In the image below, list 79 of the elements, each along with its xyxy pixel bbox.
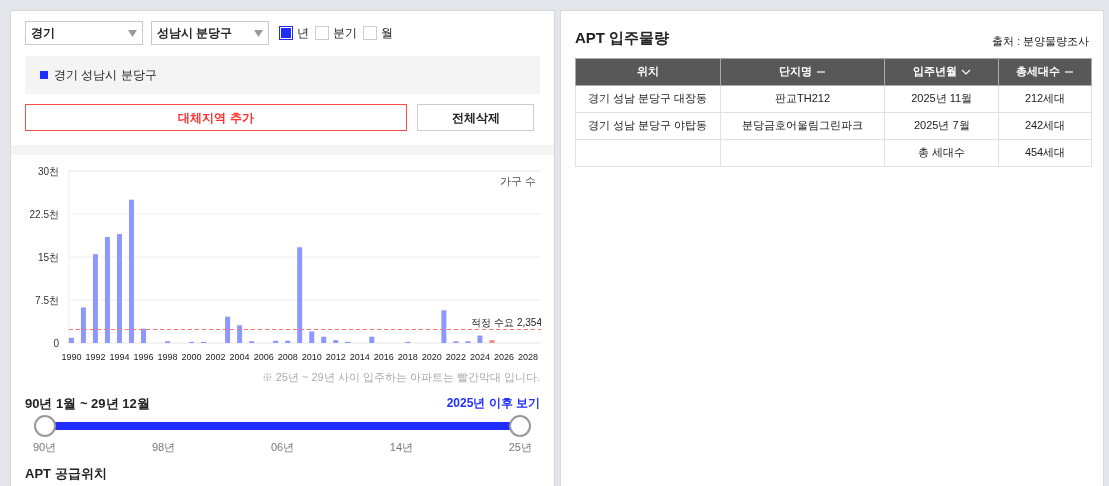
x-tick-label: 2018: [397, 352, 418, 362]
range-title: 90년 1월 ~ 29년 12월: [25, 394, 150, 413]
x-tick-label: 2010: [301, 352, 322, 362]
range-tick-label: 90년: [33, 440, 57, 455]
section-title: APT 공급위치: [25, 464, 108, 483]
y-tick-label: 22.5천: [29, 209, 59, 220]
dropdown[interactable]: 성남시 분당구: [151, 21, 269, 45]
bar: [321, 336, 327, 343]
source-label: 출처 : 분양물량조사: [992, 33, 1089, 49]
after-2025-link[interactable]: 2025년 이후 보기: [446, 394, 540, 413]
x-tick-label: 2028: [517, 352, 538, 362]
bar: [141, 328, 146, 343]
table-cell: 판교TH212: [720, 85, 885, 112]
x-tick-label: 2002: [205, 352, 226, 362]
table-cell: 2025년 11월: [884, 85, 999, 112]
column-header[interactable]: 단지명: [720, 58, 885, 85]
bar: [237, 325, 243, 343]
bar: [441, 310, 447, 343]
x-tick-label: 1998: [157, 352, 178, 362]
bar: [80, 307, 86, 343]
x-tick-label: 2004: [229, 352, 250, 362]
bar: [309, 331, 315, 343]
range-tick-label: 14년: [389, 440, 414, 455]
x-tick-label: 2024: [469, 352, 490, 362]
range-thumb[interactable]: [34, 415, 56, 437]
caret-icon: [254, 29, 263, 37]
x-tick-label: 2006: [253, 352, 274, 362]
y-tick-label: 30천: [37, 166, 59, 177]
y-axis-label: 가구 수: [499, 175, 536, 187]
add-region-button[interactable]: 대체지역 추가: [25, 104, 407, 131]
x-tick-label: 1994: [109, 352, 130, 362]
column-header[interactable]: 총세대수: [998, 58, 1092, 85]
x-tick-label: 2016: [373, 352, 394, 362]
table-cell: 454세대: [998, 139, 1092, 166]
x-tick-label: 2026: [493, 352, 514, 362]
y-tick-label: 15천: [37, 252, 59, 263]
checkbox[interactable]: [279, 26, 293, 40]
x-tick-label: 2008: [277, 352, 298, 362]
panel-title: APT 입주물량: [575, 28, 670, 48]
table-cell: 2025년 7월: [884, 112, 999, 139]
x-tick-label: 1990: [61, 352, 82, 362]
x-tick-label: 2014: [349, 352, 370, 362]
range-tick-label: 25년: [508, 440, 532, 455]
caret-icon: [128, 29, 137, 37]
bar: [273, 340, 279, 343]
legend-label: 경기 성남시 분당구: [54, 67, 157, 84]
table-cell: 경기 성남 분당구 대장동: [575, 85, 721, 112]
y-tick-label: 0: [53, 338, 59, 349]
table-cell: 분당금호어울림그린파크: [720, 112, 885, 139]
delete-all-button[interactable]: 전체삭제: [417, 104, 534, 131]
table-cell: 경기 성남 분당구 야탑동: [575, 112, 721, 139]
chart-note: ※ 25년 ~ 29년 사이 입주하는 아파트는 빨간막대 입니다.: [260, 370, 540, 385]
dropdown[interactable]: 경기: [25, 21, 143, 45]
table-cell: 총 세대수: [884, 139, 999, 166]
bar: [333, 340, 339, 343]
bar: [369, 336, 375, 343]
bar: [489, 340, 495, 343]
x-tick-label: 2000: [181, 352, 202, 362]
checkbox-label: 분기: [333, 25, 357, 42]
column-header[interactable]: 입주년월: [884, 58, 999, 85]
x-tick-label: 1992: [85, 352, 106, 362]
checkbox-label: 년: [297, 25, 309, 42]
checkbox-label: 월: [381, 25, 393, 42]
table-cell: 212세대: [998, 85, 1092, 112]
range-tick-label: 98년: [151, 440, 176, 455]
range-thumb[interactable]: [509, 415, 531, 437]
x-tick-label: 2022: [445, 352, 466, 362]
column-header[interactable]: 위치: [575, 58, 721, 85]
table-cell: 242세대: [998, 112, 1092, 139]
y-tick-label: 7.5천: [35, 295, 59, 306]
x-tick-label: 2020: [421, 352, 442, 362]
x-tick-label: 1996: [133, 352, 154, 362]
threshold-label: 적정 수요 2,354: [471, 316, 541, 328]
range-tick-label: 06년: [270, 440, 295, 455]
bar: [285, 340, 291, 343]
x-tick-label: 2012: [325, 352, 346, 362]
bar: [68, 337, 74, 343]
bar: [477, 335, 483, 343]
bar: [225, 316, 231, 343]
